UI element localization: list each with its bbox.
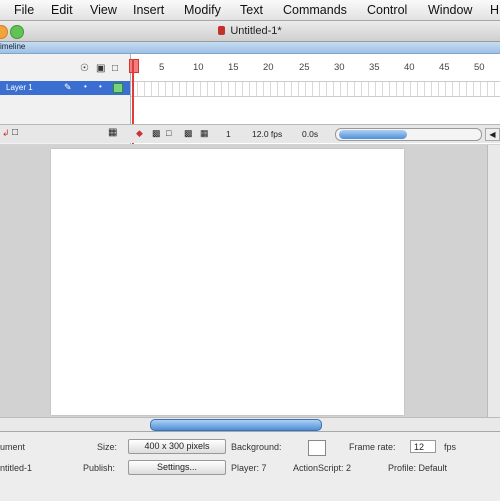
stage-horizontal-scrollbar[interactable] (0, 417, 500, 431)
settings-button[interactable]: Settings... (128, 460, 226, 475)
onion-outline-icon[interactable]: □ (166, 128, 171, 138)
menu-modify[interactable]: Modify (184, 3, 221, 17)
frame-number: 30 (334, 62, 345, 73)
timeline-scroll-thumb[interactable] (339, 130, 407, 139)
center-frame-icon[interactable]: ◆ (136, 128, 143, 139)
onion-skin-icon[interactable]: ▩ (152, 128, 161, 139)
stage-scroll-thumb[interactable] (150, 419, 322, 431)
profile-label: Profile: Default (388, 463, 448, 473)
frame-rate-readout: 12.0 fps (252, 129, 283, 139)
frame-number: 20 (263, 62, 274, 73)
fps-unit-label: fps (444, 442, 457, 452)
size-button[interactable]: 400 x 300 pixels (128, 439, 226, 454)
frame-strip[interactable] (131, 81, 500, 97)
document-name: ntitled-1 (0, 463, 33, 473)
background-color-swatch[interactable] (308, 440, 326, 456)
elapsed-time: 0.0s (302, 129, 319, 139)
trash-icon[interactable]: ▦ (108, 127, 117, 138)
frame-number: 50 (474, 62, 485, 73)
timeline-footer: ↲ □ ▦ ◆ ▩ □ ▩ ▦ 1 12.0 fps 0.0s ◀ (0, 124, 500, 143)
timeline-panel-header[interactable]: imeline (0, 42, 500, 54)
stage-canvas[interactable] (51, 149, 404, 415)
window-title: Untitled-1* (230, 25, 282, 37)
properties-panel: ument ntitled-1 Size: 400 x 300 pixels B… (0, 431, 500, 501)
playhead-handle[interactable] (129, 59, 139, 73)
add-folder-icon[interactable]: □ (12, 127, 18, 138)
frame-number: 35 (369, 62, 380, 73)
menu-view[interactable]: View (90, 3, 117, 17)
vertical-scrollbar[interactable] (487, 145, 500, 417)
frame-rate-label: Frame rate: (349, 442, 396, 452)
timeline-panel: ☉ ▣ □ Layer 1 ✎ • • 1 5 10 15 20 25 30 3… (0, 54, 500, 144)
frame-rate-input[interactable]: 12 (410, 440, 436, 453)
onion-markers-icon[interactable]: ▦ (200, 128, 209, 139)
menu-commands[interactable]: Commands (283, 3, 347, 17)
frame-number: 25 (299, 62, 310, 73)
menu-edit[interactable]: Edit (51, 3, 73, 17)
timeline-panel-label: imeline (0, 42, 26, 51)
menu-control[interactable]: Control (367, 3, 407, 17)
window-title-bar: Untitled-1* (0, 21, 500, 42)
menu-file[interactable]: File (14, 3, 34, 17)
add-layer-icon[interactable]: ↲ (2, 128, 10, 139)
frame-number: 40 (404, 62, 415, 73)
frame-number: 10 (193, 62, 204, 73)
frame-ruler[interactable]: 1 5 10 15 20 25 30 35 40 45 50 (131, 60, 500, 76)
outline-color-icon[interactable] (113, 83, 123, 93)
frame-number: 45 (439, 62, 450, 73)
edit-frames-icon[interactable]: ▩ (184, 128, 193, 139)
timeline-scrollbar[interactable] (335, 128, 482, 141)
stage-area (0, 145, 500, 417)
document-icon (218, 26, 226, 35)
outline-icon[interactable]: □ (112, 64, 118, 74)
menu-text[interactable]: Text (240, 3, 263, 17)
menu-bar: File Edit View Insert Modify Text Comman… (0, 0, 500, 21)
pencil-icon: ✎ (64, 82, 72, 92)
publish-label: Publish: (83, 463, 116, 473)
layer-name: Layer 1 (6, 83, 33, 92)
document-type-label: ument (0, 442, 26, 452)
background-label: Background: (231, 442, 282, 452)
eye-icon[interactable]: ☉ (80, 64, 89, 74)
lock-icon[interactable]: ▣ (96, 64, 105, 74)
size-label: Size: (97, 442, 118, 452)
visibility-dot-icon[interactable]: • (84, 82, 87, 91)
lock-dot-icon[interactable]: • (99, 82, 102, 91)
menu-help[interactable]: H (490, 3, 499, 17)
layer-row[interactable]: Layer 1 ✎ • • (0, 81, 130, 95)
menu-window[interactable]: Window (428, 3, 472, 17)
frame-number: 5 (159, 62, 165, 73)
current-frame: 1 (226, 129, 231, 139)
frame-number: 15 (228, 62, 239, 73)
player-version: Player: 7 (231, 463, 267, 473)
scroll-left-arrow-icon[interactable]: ◀ (485, 128, 500, 141)
actionscript-version: ActionScript: 2 (293, 463, 352, 473)
menu-insert[interactable]: Insert (133, 3, 164, 17)
